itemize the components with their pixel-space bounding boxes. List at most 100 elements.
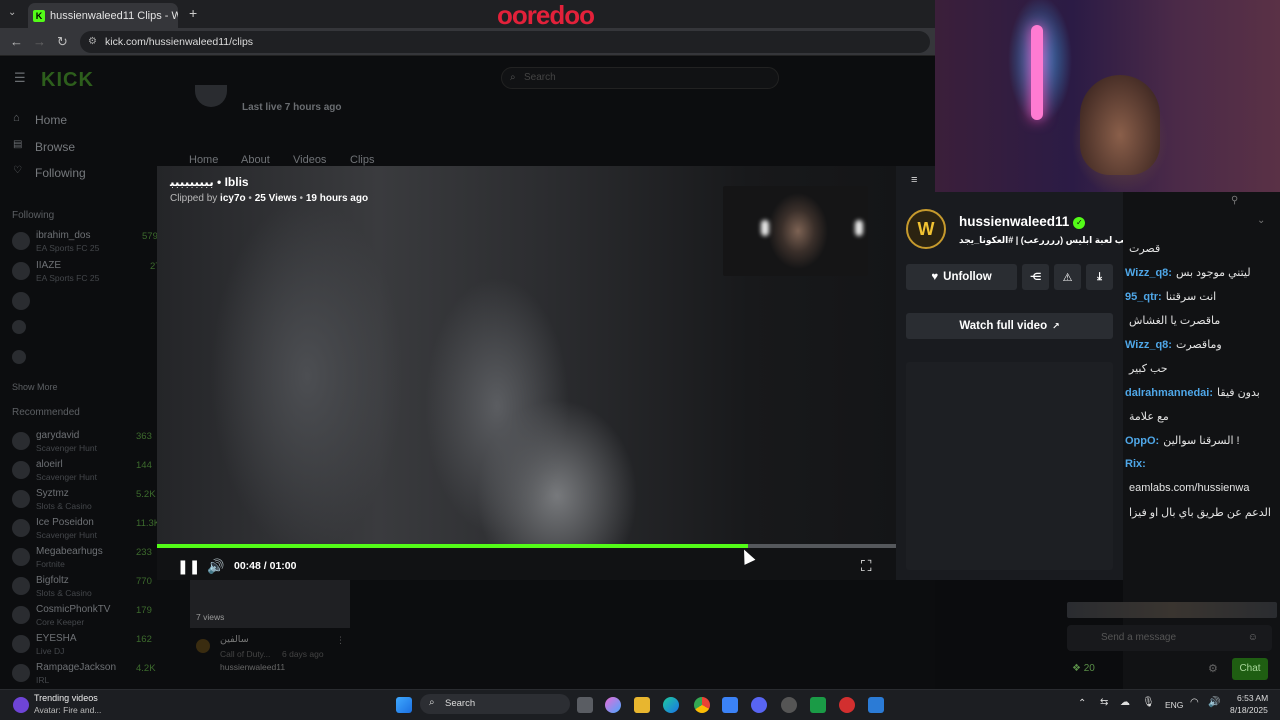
chat-collapse-icon[interactable]: ⌄ bbox=[1257, 215, 1265, 226]
avatar bbox=[12, 635, 30, 653]
avatar bbox=[12, 606, 30, 624]
download-button[interactable]: ⤓ bbox=[1086, 264, 1113, 290]
channel-tab-clips[interactable]: Clips bbox=[350, 154, 374, 166]
chat-gear-icon[interactable]: ⚙ bbox=[1208, 662, 1218, 675]
share-button[interactable]: ⋲ bbox=[1022, 264, 1049, 290]
app-blue-icon[interactable] bbox=[868, 697, 884, 713]
chat-username[interactable]: dalrahmannedai: bbox=[1125, 387, 1213, 399]
chat-username[interactable]: 95_qtr: bbox=[1125, 291, 1162, 303]
tray-volume-icon[interactable]: 🔊 bbox=[1208, 697, 1220, 708]
taskbar-search[interactable]: ⌕ Search bbox=[420, 694, 570, 714]
tray-mic-icon[interactable]: 🎙 bbox=[1142, 697, 1155, 708]
clip-thumbnail[interactable]: 7 views bbox=[190, 580, 350, 628]
clock-time[interactable]: 6:53 AM bbox=[1237, 693, 1268, 703]
widget-title[interactable]: Trending videos bbox=[34, 693, 98, 703]
task-view-icon[interactable] bbox=[577, 697, 593, 713]
show-more-link[interactable]: Show More bbox=[12, 382, 58, 392]
following-name[interactable]: ibrahim_dos bbox=[36, 230, 90, 241]
watch-full-video-button[interactable]: Watch full video ↗ bbox=[906, 313, 1113, 339]
file-explorer-icon[interactable] bbox=[634, 697, 650, 713]
recommended-name[interactable]: Syztmz bbox=[36, 488, 69, 499]
time-display: 00:48 / 01:00 bbox=[234, 560, 297, 572]
start-icon[interactable] bbox=[396, 697, 412, 713]
chat-message: dalrahmannedai: بدون فيقا bbox=[1125, 386, 1260, 399]
tray-network-icon[interactable]: ⇆ bbox=[1100, 697, 1108, 708]
more-options-icon[interactable]: ⋮ bbox=[336, 635, 345, 646]
chat-username[interactable]: Rix: bbox=[1125, 458, 1146, 470]
reload-icon[interactable]: ↻ bbox=[57, 34, 68, 50]
widgets-icon[interactable] bbox=[13, 697, 29, 713]
nav-following[interactable]: Following bbox=[35, 166, 86, 180]
chrome-icon[interactable] bbox=[694, 697, 710, 713]
clipper-name[interactable]: icy7o bbox=[220, 193, 246, 204]
following-game: EA Sports FC 25 bbox=[36, 243, 100, 253]
channel-avatar bbox=[195, 85, 227, 107]
kick-logo[interactable]: KICK bbox=[41, 69, 94, 92]
nav-home[interactable]: Home bbox=[35, 113, 67, 127]
tray-wifi-icon[interactable]: ◠ bbox=[1190, 697, 1199, 708]
copilot-icon[interactable] bbox=[605, 697, 621, 713]
app-icon[interactable] bbox=[781, 697, 797, 713]
search-input[interactable]: ⌕ Search bbox=[501, 67, 779, 89]
panel-channel-name[interactable]: hussienwaleed11 ✓ bbox=[959, 214, 1086, 229]
app-red-icon[interactable] bbox=[839, 697, 855, 713]
recommended-game: Core Keeper bbox=[36, 617, 85, 627]
tray-cloud-icon[interactable]: ☁ bbox=[1120, 697, 1130, 708]
chat-settings-icon[interactable]: ⚲ bbox=[1231, 195, 1238, 206]
unfollow-button[interactable]: ♥ Unfollow bbox=[906, 264, 1017, 290]
channel-tab-home[interactable]: Home bbox=[189, 154, 218, 166]
channel-tab-about[interactable]: About bbox=[241, 154, 270, 166]
site-info-icon[interactable]: ⚙ bbox=[88, 31, 97, 53]
forward-icon[interactable]: → bbox=[33, 34, 46, 49]
chat-username[interactable]: OppO: bbox=[1125, 435, 1159, 447]
new-tab-icon[interactable]: + bbox=[189, 5, 197, 21]
recommended-name[interactable]: aloeirl bbox=[36, 459, 63, 470]
store-icon[interactable] bbox=[722, 697, 738, 713]
viewer-count: 162 bbox=[136, 634, 152, 645]
avatar bbox=[12, 664, 30, 682]
chat-send-button[interactable]: Chat bbox=[1232, 658, 1268, 680]
url-field[interactable]: ⚙ kick.com/hussienwaleed11/clips bbox=[80, 31, 930, 53]
report-button[interactable]: ⚠ bbox=[1054, 264, 1081, 290]
tab-search-icon[interactable]: ⌄ bbox=[8, 7, 16, 18]
progress-bar[interactable] bbox=[157, 544, 896, 548]
recommended-name[interactable]: Ice Poseidon bbox=[36, 517, 94, 528]
collapse-panel-icon[interactable]: ≡ bbox=[911, 174, 917, 186]
recommended-name[interactable]: Bigfoltz bbox=[36, 575, 69, 586]
channel-tab-videos[interactable]: Videos bbox=[293, 154, 326, 166]
following-game: EA Sports FC 25 bbox=[36, 273, 100, 283]
clip-card-channel[interactable]: hussienwaleed11 bbox=[220, 662, 285, 672]
fullscreen-icon[interactable]: ⛶ bbox=[861, 558, 872, 575]
browser-tab-active[interactable]: K hussienwaleed11 Clips - W 🔊 ✕ bbox=[28, 3, 178, 28]
viewer-count: 363 bbox=[136, 431, 152, 442]
cam-light-left bbox=[761, 220, 769, 236]
recommended-name[interactable]: CosmicPhonkTV bbox=[36, 604, 110, 615]
recommended-name[interactable]: RampageJackson bbox=[36, 662, 116, 673]
recommended-name[interactable]: EYESHA bbox=[36, 633, 77, 644]
chat-username[interactable]: Wizz_q8: bbox=[1125, 339, 1172, 351]
back-icon[interactable]: ← bbox=[10, 34, 23, 49]
input-language[interactable]: ENG bbox=[1165, 700, 1183, 710]
chat-message-input[interactable]: Send a message ☺ bbox=[1067, 625, 1272, 651]
clip-player[interactable]: ﺑﺒﺒﺒﺒﺒﺒﺒﺒ • Iblis Clipped by icy7o • 25 … bbox=[157, 166, 896, 580]
recommended-game: Scavenger Hunt bbox=[36, 530, 97, 540]
following-name[interactable]: IIAZE bbox=[36, 260, 61, 271]
recommended-name[interactable]: Megabearhugs bbox=[36, 546, 103, 557]
discord-icon[interactable] bbox=[751, 697, 767, 713]
edge-icon[interactable] bbox=[663, 697, 679, 713]
menu-icon[interactable]: ☰ bbox=[14, 70, 26, 86]
clip-card-title[interactable]: سالفين bbox=[220, 634, 249, 645]
volume-icon[interactable]: 🔊 bbox=[207, 558, 224, 575]
search-icon: ⌕ bbox=[510, 72, 516, 83]
channel-avatar[interactable]: W bbox=[906, 209, 946, 249]
emoji-icon[interactable]: ☺ bbox=[1248, 625, 1258, 651]
clock-date[interactable]: 8/18/2025 bbox=[1230, 705, 1268, 715]
nav-browse[interactable]: Browse bbox=[35, 140, 75, 154]
chat-username[interactable]: Wizz_q8: bbox=[1125, 267, 1172, 279]
recommended-name[interactable]: garydavid bbox=[36, 430, 79, 441]
tray-chevron-icon[interactable]: ⌃ bbox=[1078, 698, 1086, 709]
streamer-webcam bbox=[935, 0, 1280, 192]
recommended-game: Slots & Casino bbox=[36, 588, 92, 598]
pause-icon[interactable]: ❚❚ bbox=[177, 558, 200, 575]
xbox-icon[interactable] bbox=[810, 697, 826, 713]
